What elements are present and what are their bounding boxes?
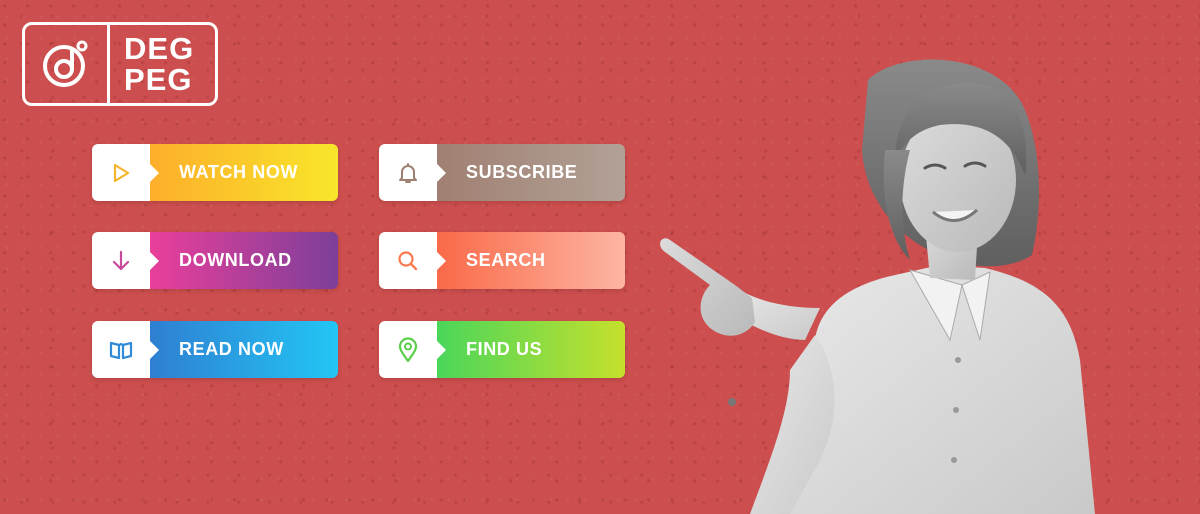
bell-icon xyxy=(379,144,446,201)
download-arrow-icon xyxy=(92,232,159,289)
read-now-button[interactable]: READ NOW xyxy=(92,321,338,378)
watch-now-button[interactable]: WATCH NOW xyxy=(92,144,338,201)
woman-pointing-photo xyxy=(660,59,1095,514)
logo-line-2: PEG xyxy=(124,62,193,97)
subscribe-label: SUBSCRIBE xyxy=(437,144,625,201)
download-button[interactable]: DOWNLOAD xyxy=(92,232,338,289)
dp-power-mark-icon xyxy=(25,25,110,103)
download-label: DOWNLOAD xyxy=(150,232,338,289)
search-icon xyxy=(379,232,446,289)
degpeg-logo[interactable]: DEG PEG xyxy=(22,22,218,106)
watch-now-label: WATCH NOW xyxy=(150,144,338,201)
find-us-label: FIND US xyxy=(437,321,625,378)
read-now-label: READ NOW xyxy=(150,321,338,378)
find-us-button[interactable]: FIND US xyxy=(379,321,625,378)
search-button[interactable]: SEARCH xyxy=(379,232,625,289)
book-icon xyxy=(92,321,159,378)
play-icon xyxy=(92,144,159,201)
subscribe-button[interactable]: SUBSCRIBE xyxy=(379,144,625,201)
logo-wordmark: DEG PEG xyxy=(110,25,215,103)
logo-line-1: DEG xyxy=(124,31,195,66)
map-pin-icon xyxy=(379,321,446,378)
search-label: SEARCH xyxy=(437,232,625,289)
